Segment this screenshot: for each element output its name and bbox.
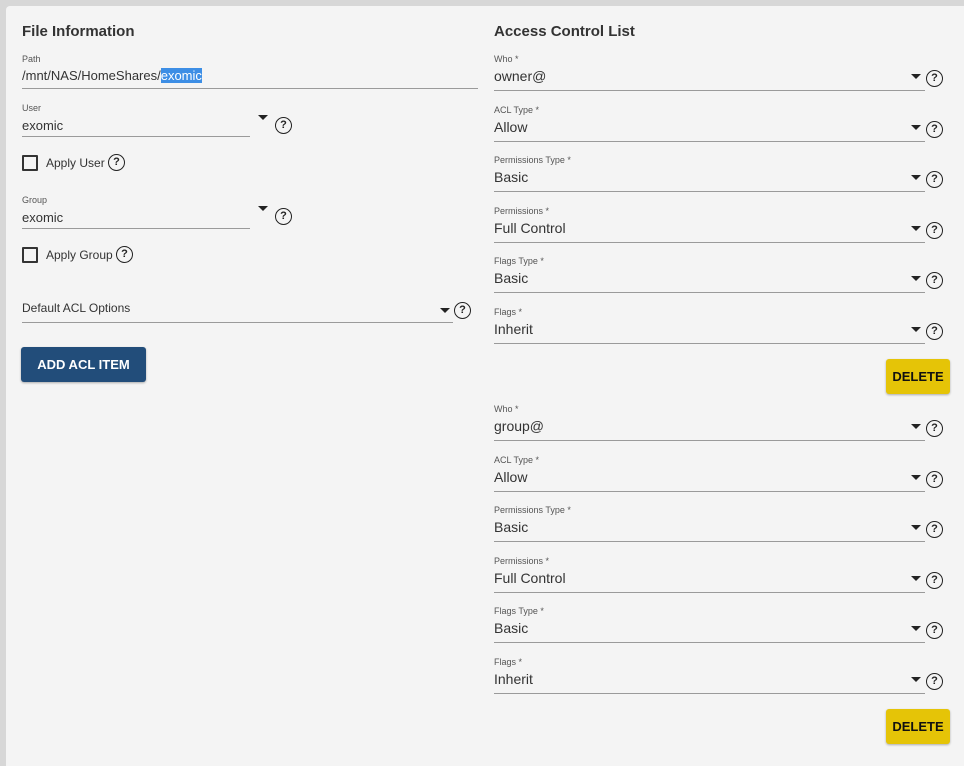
acl-flags-label: Flags *: [494, 307, 523, 317]
acl-acl-type-underline: [494, 490, 925, 492]
path-label: Path: [22, 54, 41, 64]
acl-acl-type-help-icon[interactable]: ?: [926, 470, 943, 488]
acl-flags-type-label: Flags Type *: [494, 256, 544, 267]
acl-acl-type-chevron-down-icon[interactable]: [911, 474, 921, 480]
acl-acl-type-label: ACL Type *: [494, 454, 540, 465]
group-help-icon[interactable]: ?: [275, 208, 292, 225]
acl-acl-type-label: ACL Type *: [494, 104, 540, 115]
acl-who-select[interactable]: owner@: [494, 68, 546, 84]
acl-permissions-type-underline: [494, 541, 925, 543]
acl-permissions-type-label: Permissions Type *: [494, 155, 571, 166]
acl-permissions-type-chevron-down-icon[interactable]: [911, 175, 921, 181]
acl-flags-type-underline: [494, 642, 925, 644]
acl-permissions-help-icon[interactable]: ?: [926, 221, 943, 239]
acl-flags-type-chevron-down-icon[interactable]: [911, 626, 921, 632]
user-chevron-down-icon[interactable]: [258, 115, 268, 120]
acl-flags-select[interactable]: Inherit: [494, 321, 533, 337]
apply-user-checkbox[interactable]: [22, 155, 38, 171]
acl-acl-type-chevron-down-icon[interactable]: [911, 124, 921, 130]
acl-acl-type-select[interactable]: Allow: [494, 119, 527, 135]
acl-who-chevron-down-icon[interactable]: [911, 424, 921, 429]
add-acl-item-button[interactable]: ADD ACL ITEM: [21, 347, 146, 382]
acl-flags-chevron-down-icon[interactable]: [911, 677, 921, 682]
path-selected-text: exomic: [160, 68, 202, 83]
apply-group-label[interactable]: Apply Group: [46, 248, 113, 262]
acl-permissions-chevron-down-icon[interactable]: [911, 225, 921, 231]
user-label: User: [22, 103, 42, 113]
acl-permissions-select[interactable]: Full Control: [494, 220, 566, 236]
acl-who-select[interactable]: group@: [494, 418, 544, 434]
acl-who-help-icon[interactable]: ?: [926, 70, 943, 87]
acl-permissions-type-select[interactable]: Basic: [494, 519, 528, 535]
group-select[interactable]: exomic: [22, 210, 63, 225]
acl-permissions-underline: [494, 591, 925, 593]
acl-permissions-label: Permissions *: [494, 555, 550, 566]
acl-flags-type-select[interactable]: Basic: [494, 270, 528, 286]
apply-group-checkbox[interactable]: [22, 247, 38, 263]
acl-flags-type-select[interactable]: Basic: [494, 620, 528, 636]
acl-permissions-help-icon[interactable]: ?: [926, 571, 943, 589]
path-field[interactable]: /mnt/NAS/HomeShares/exomic: [22, 68, 202, 83]
user-underline: [22, 136, 250, 137]
acl-permissions-select[interactable]: Full Control: [494, 570, 566, 586]
acl-flags-help-icon[interactable]: ?: [926, 323, 943, 340]
acl-permissions-type-label: Permissions Type *: [494, 505, 571, 516]
group-underline: [22, 228, 250, 229]
acl-permissions-chevron-down-icon[interactable]: [911, 575, 921, 581]
acl-who-chevron-down-icon[interactable]: [911, 74, 921, 79]
default-acl-help-icon[interactable]: ?: [454, 302, 471, 319]
acl-delete-button[interactable]: DELETE: [886, 709, 950, 744]
acl-acl-type-select[interactable]: Allow: [494, 469, 527, 485]
user-help-icon[interactable]: ?: [275, 117, 292, 134]
acl-permissions-label: Permissions *: [494, 205, 550, 216]
apply-user-help-icon[interactable]: ?: [108, 154, 125, 171]
path-prefix: /mnt/NAS/HomeShares/: [22, 68, 161, 83]
acl-flags-type-label: Flags Type *: [494, 606, 544, 617]
apply-user-label[interactable]: Apply User: [46, 156, 105, 170]
acl-acl-type-underline: [494, 140, 925, 142]
path-underline: [22, 88, 478, 89]
acl-flags-type-underline: [494, 292, 925, 294]
group-chevron-down-icon[interactable]: [258, 206, 268, 211]
acl-permissions-type-underline: [494, 191, 925, 193]
acl-flags-help-icon[interactable]: ?: [926, 673, 943, 690]
acl-flags-underline: [494, 693, 925, 694]
acl-who-label: Who *: [494, 54, 519, 64]
acl-who-label: Who *: [494, 404, 519, 414]
acl-flags-select[interactable]: Inherit: [494, 671, 533, 687]
acl-permissions-type-chevron-down-icon[interactable]: [911, 525, 921, 531]
acl-who-help-icon[interactable]: ?: [926, 420, 943, 437]
acl-acl-type-help-icon[interactable]: ?: [926, 120, 943, 138]
acl-who-underline: [494, 90, 925, 91]
acl-editor-card: [6, 6, 964, 766]
acl-flags-type-chevron-down-icon[interactable]: [911, 276, 921, 282]
acl-flags-chevron-down-icon[interactable]: [911, 327, 921, 332]
default-acl-chevron-down-icon[interactable]: [440, 308, 450, 313]
default-acl-options-select[interactable]: Default ACL Options: [22, 301, 130, 315]
acl-flags-label: Flags *: [494, 657, 523, 667]
file-information-title: File Information: [22, 23, 135, 40]
acl-who-underline: [494, 440, 925, 441]
access-control-list-title: Access Control List: [494, 23, 635, 40]
acl-flags-underline: [494, 343, 925, 344]
acl-permissions-underline: [494, 241, 925, 243]
acl-permissions-type-select[interactable]: Basic: [494, 169, 528, 185]
user-select[interactable]: exomic: [22, 118, 63, 133]
group-label: Group: [22, 195, 48, 205]
default-acl-underline: [22, 322, 453, 323]
acl-delete-button[interactable]: DELETE: [886, 359, 950, 394]
apply-group-help-icon[interactable]: ?: [116, 246, 133, 263]
